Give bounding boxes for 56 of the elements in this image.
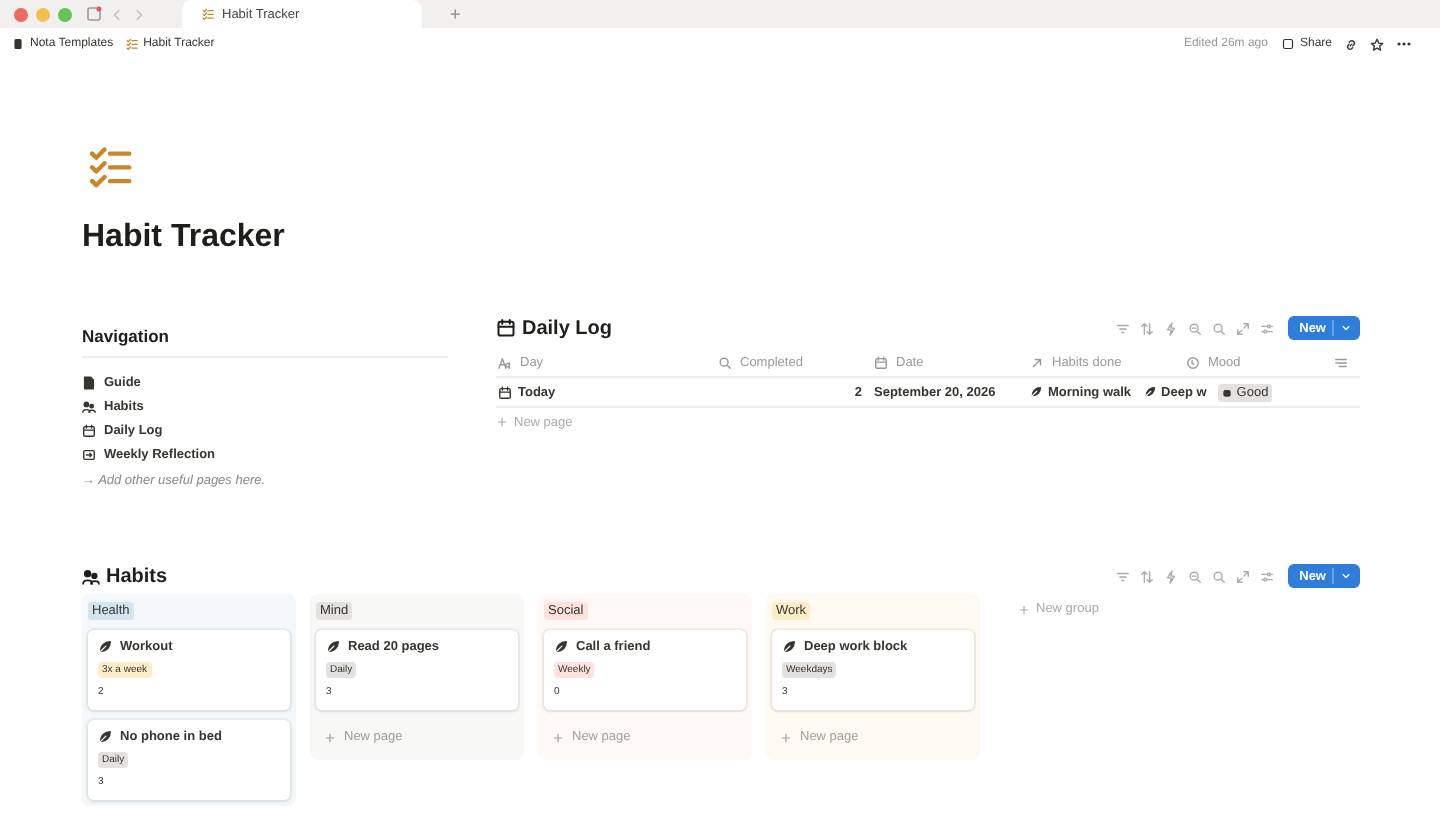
sort-icon[interactable] — [1139, 569, 1154, 583]
settings-icon[interactable] — [1259, 321, 1274, 335]
forward-icon[interactable] — [132, 7, 146, 21]
section-heading: Habits — [82, 565, 168, 587]
section-heading: Daily Log — [496, 317, 613, 339]
people-icon — [82, 567, 100, 585]
search-icon — [718, 355, 732, 369]
close-window-button[interactable] — [14, 7, 28, 21]
search-icon[interactable] — [1211, 321, 1226, 335]
options-icon[interactable] — [1334, 355, 1348, 369]
calendar-arrow-icon — [82, 447, 96, 461]
plus-icon — [780, 731, 792, 743]
minimize-window-button[interactable] — [36, 7, 50, 21]
leaf-icon — [98, 730, 112, 744]
zoom-icon[interactable] — [1187, 569, 1202, 583]
page-title: Habit Tracker — [82, 220, 287, 256]
plus-icon — [496, 416, 508, 428]
expand-icon[interactable] — [1235, 321, 1250, 335]
leaf-icon — [1143, 386, 1156, 398]
checklist-icon — [202, 8, 214, 20]
leaf-icon — [326, 640, 340, 654]
checklist-icon — [125, 38, 138, 50]
link-icon[interactable] — [1344, 37, 1358, 51]
sidebar-icon[interactable] — [86, 6, 102, 22]
checklist-icon — [88, 144, 132, 188]
calendar-icon — [496, 318, 516, 338]
plus-icon — [1018, 603, 1030, 615]
star-icon[interactable] — [1370, 37, 1384, 51]
people-icon — [82, 399, 96, 413]
leaf-icon — [554, 640, 568, 654]
calendar-icon — [82, 423, 96, 437]
leaf-icon — [782, 640, 796, 654]
clock-icon — [1186, 355, 1200, 369]
lightning-icon[interactable] — [1163, 321, 1178, 335]
maximize-window-button[interactable] — [58, 7, 72, 21]
plus-icon — [552, 731, 564, 743]
sort-icon[interactable] — [1139, 321, 1154, 335]
caret-icon — [1340, 322, 1352, 334]
settings-icon[interactable] — [1259, 569, 1274, 583]
expand-icon[interactable] — [1235, 569, 1250, 583]
navigation-heading: Navigation — [82, 326, 448, 358]
calendar-icon — [874, 355, 888, 369]
lightning-icon[interactable] — [1163, 569, 1178, 583]
calendar-icon — [498, 385, 512, 399]
back-icon[interactable] — [110, 7, 124, 21]
search-icon[interactable] — [1211, 569, 1226, 583]
caret-icon — [1340, 570, 1352, 582]
text-icon — [498, 355, 512, 369]
arrow-icon — [1030, 355, 1044, 369]
filter-icon[interactable] — [1115, 569, 1130, 583]
document-icon — [82, 375, 96, 389]
plus-icon — [324, 731, 336, 743]
leaf-icon — [98, 640, 112, 654]
filter-icon[interactable] — [1115, 321, 1130, 335]
zoom-icon[interactable] — [1187, 321, 1202, 335]
leaf-icon — [1030, 386, 1042, 398]
